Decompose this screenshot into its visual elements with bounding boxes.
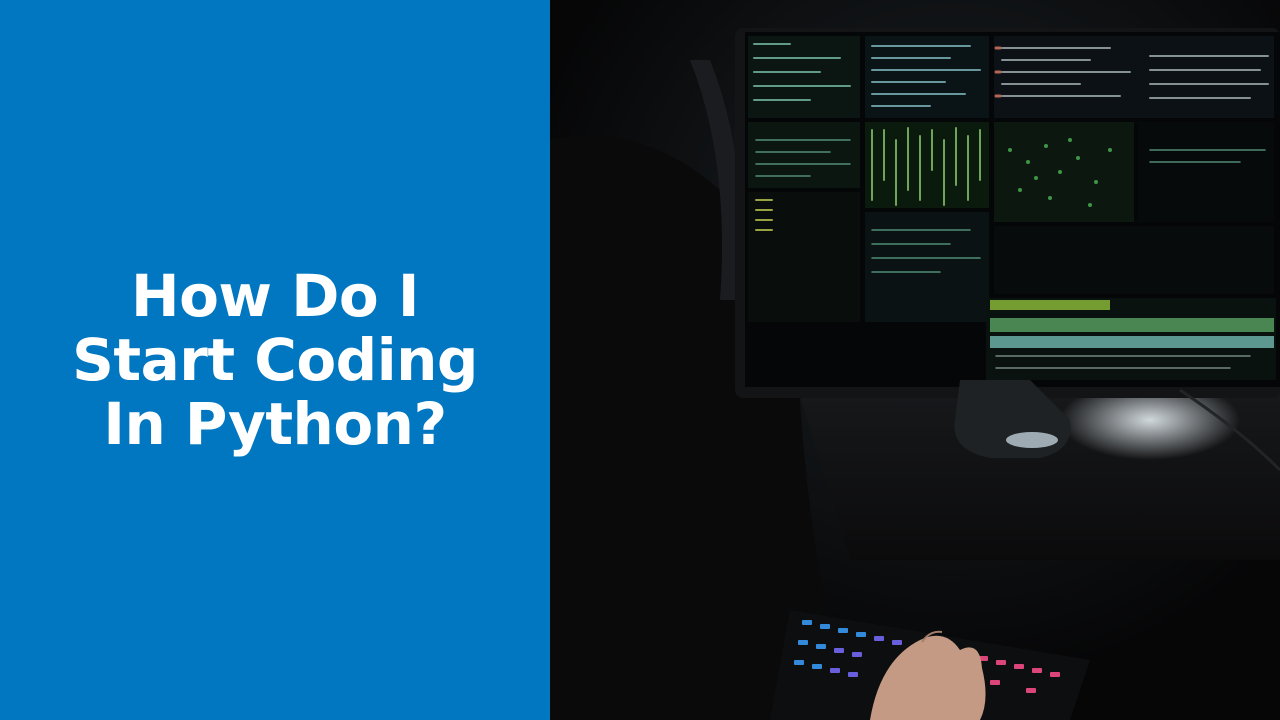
stand-highlight xyxy=(1006,432,1058,448)
page-title: How Do I Start Coding In Python? xyxy=(45,264,505,456)
title-line-1: How Do I xyxy=(131,262,419,330)
thumbnail: How Do I Start Coding In Python? xyxy=(0,0,1280,720)
title-line-2: Start Coding xyxy=(72,326,478,394)
title-line-3: In Python? xyxy=(103,390,447,458)
title-panel: How Do I Start Coding In Python? xyxy=(0,0,550,720)
hero-photo xyxy=(550,0,1280,720)
coding-desk-illustration xyxy=(550,0,1280,720)
